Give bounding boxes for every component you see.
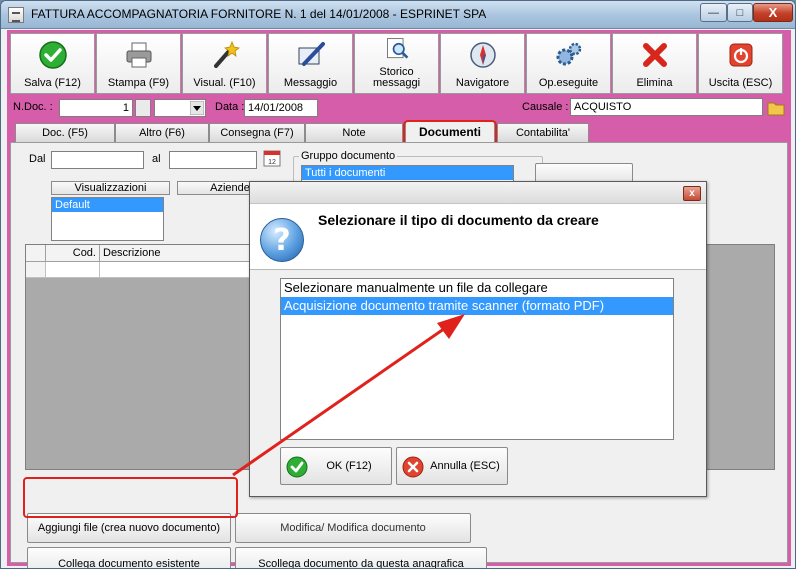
cancel-button[interactable]: Annulla (ESC) (396, 447, 508, 485)
gruppo-documento-title: Gruppo documento (299, 150, 398, 162)
save-label: Salva (F12) (24, 77, 81, 89)
visualizzazioni-selected-item[interactable]: Default (52, 198, 163, 212)
al-label: al (152, 153, 161, 165)
title-bar: FATTURA ACCOMPAGNATORIA FORNITORE N. 1 d… (1, 1, 795, 29)
app-icon (8, 7, 24, 23)
date-input[interactable]: 14/01/2008 (244, 99, 318, 117)
dialog-close-button[interactable]: x (683, 186, 701, 201)
chevron-down-icon (190, 101, 204, 115)
grid-row-indicator (26, 262, 46, 278)
dialog-heading: Selezionare il tipo di documento da crea… (318, 212, 599, 228)
minimize-button[interactable]: — (700, 3, 727, 22)
gears-icon (556, 42, 581, 66)
option-manual-file[interactable]: Selezionare manualmente un file da colle… (281, 279, 673, 297)
magic-wand-icon (213, 40, 240, 68)
select-document-type-dialog: x ? Selezionare il tipo di documento da … (249, 181, 707, 497)
dal-label: Dal (29, 153, 46, 165)
window-title: FATTURA ACCOMPAGNATORIA FORNITORE N. 1 d… (31, 7, 487, 21)
delete-x-icon (642, 43, 667, 67)
add-file-highlight (23, 477, 238, 518)
tab-consegna[interactable]: Consegna (F7) (209, 123, 305, 142)
grid-cell-descrizione[interactable] (100, 262, 260, 278)
operations-button[interactable]: Op.eseguite (526, 33, 611, 94)
pen-icon (298, 42, 325, 66)
date-from-input[interactable] (51, 151, 144, 169)
gruppo-selected-item[interactable]: Tutti i documenti (302, 166, 513, 180)
toolbar: Salva (F12) Stampa (F9) Visual. (F10) Me… (10, 33, 788, 94)
compass-icon (469, 42, 496, 68)
causale-input[interactable]: ACQUISTO (570, 98, 763, 116)
ok-label: OK (F12) (326, 460, 372, 472)
ndoc-input[interactable]: 1 (59, 99, 133, 117)
dialog-header: ? Selezionare il tipo di documento da cr… (250, 204, 706, 270)
message-label: Messaggio (283, 77, 338, 89)
question-icon: ? (260, 218, 304, 262)
cancel-x-icon (402, 456, 424, 478)
print-label: Stampa (F9) (107, 77, 170, 89)
checkmark-icon (38, 41, 67, 69)
grid-header-descrizione[interactable]: Descrizione (100, 245, 260, 262)
option-scanner-pdf[interactable]: Acquisizione documento tramite scanner (… (281, 297, 673, 315)
printer-icon (126, 42, 151, 68)
cancel-label: Annulla (ESC) (430, 460, 500, 472)
checkmark-icon (286, 456, 308, 478)
navigator-label: Navigatore (455, 77, 510, 89)
message-history-button[interactable]: Storico messaggi (354, 33, 439, 94)
document-type-list[interactable]: Selezionare manualmente un file da colle… (280, 278, 674, 440)
data-label: Data : (215, 101, 245, 113)
ndoc-label: N.Doc. : (13, 101, 53, 113)
main-window: FATTURA ACCOMPAGNATORIA FORNITORE N. 1 d… (0, 0, 796, 569)
tab-contabilita[interactable]: Contabilita' (497, 123, 589, 142)
delete-button[interactable]: Elimina (612, 33, 697, 94)
visual-button[interactable]: Visual. (F10) (182, 33, 267, 94)
close-button[interactable]: X (753, 3, 793, 22)
message-button[interactable]: Messaggio (268, 33, 353, 94)
date-to-input[interactable] (169, 151, 257, 169)
calendar-icon[interactable]: 12 (263, 149, 281, 167)
visualizzazioni-header[interactable]: Visualizzazioni (51, 181, 170, 195)
ok-button[interactable]: OK (F12) (280, 447, 392, 485)
causale-label: Causale : (522, 101, 569, 113)
document-fields-row: N.Doc. : 1 Data : 14/01/2008 Causale : A… (7, 97, 791, 119)
history-label-line2: messaggi (372, 77, 421, 89)
grid-corner (26, 245, 46, 262)
exit-button[interactable]: Uscita (ESC) (698, 33, 783, 94)
operations-label: Op.eseguite (538, 77, 599, 89)
grid-cell-cod[interactable] (46, 262, 100, 278)
visual-label: Visual. (F10) (193, 77, 256, 89)
folder-icon[interactable] (767, 99, 785, 116)
search-document-icon (386, 38, 408, 59)
save-button[interactable]: Salva (F12) (10, 33, 95, 94)
dialog-title-bar: x (250, 182, 706, 204)
tab-doc[interactable]: Doc. (F5) (15, 123, 115, 142)
grid-header-cod[interactable]: Cod. (46, 245, 100, 262)
maximize-button[interactable]: □ (727, 3, 753, 22)
exit-label: Uscita (ESC) (708, 77, 773, 89)
print-button[interactable]: Stampa (F9) (96, 33, 181, 94)
tab-note[interactable]: Note (305, 123, 403, 142)
visualizzazioni-list[interactable]: Default (51, 197, 164, 241)
ndoc-suffix-button[interactable] (135, 99, 151, 117)
exit-icon (729, 43, 752, 67)
delete-label: Elimina (636, 77, 673, 89)
modify-document-button[interactable]: Modifica/ Modifica documento (235, 513, 471, 543)
doc-series-dropdown[interactable] (154, 99, 206, 117)
tab-altro[interactable]: Altro (F6) (115, 123, 209, 142)
svg-text:12: 12 (268, 159, 276, 166)
navigator-button[interactable]: Navigatore (440, 33, 525, 94)
link-existing-button[interactable]: Collega documento esistente (27, 547, 231, 568)
unlink-document-button[interactable]: Scollega documento da questa anagrafica (235, 547, 487, 568)
tab-bar: Doc. (F5) Altro (F6) Consegna (F7) Note … (7, 120, 791, 142)
